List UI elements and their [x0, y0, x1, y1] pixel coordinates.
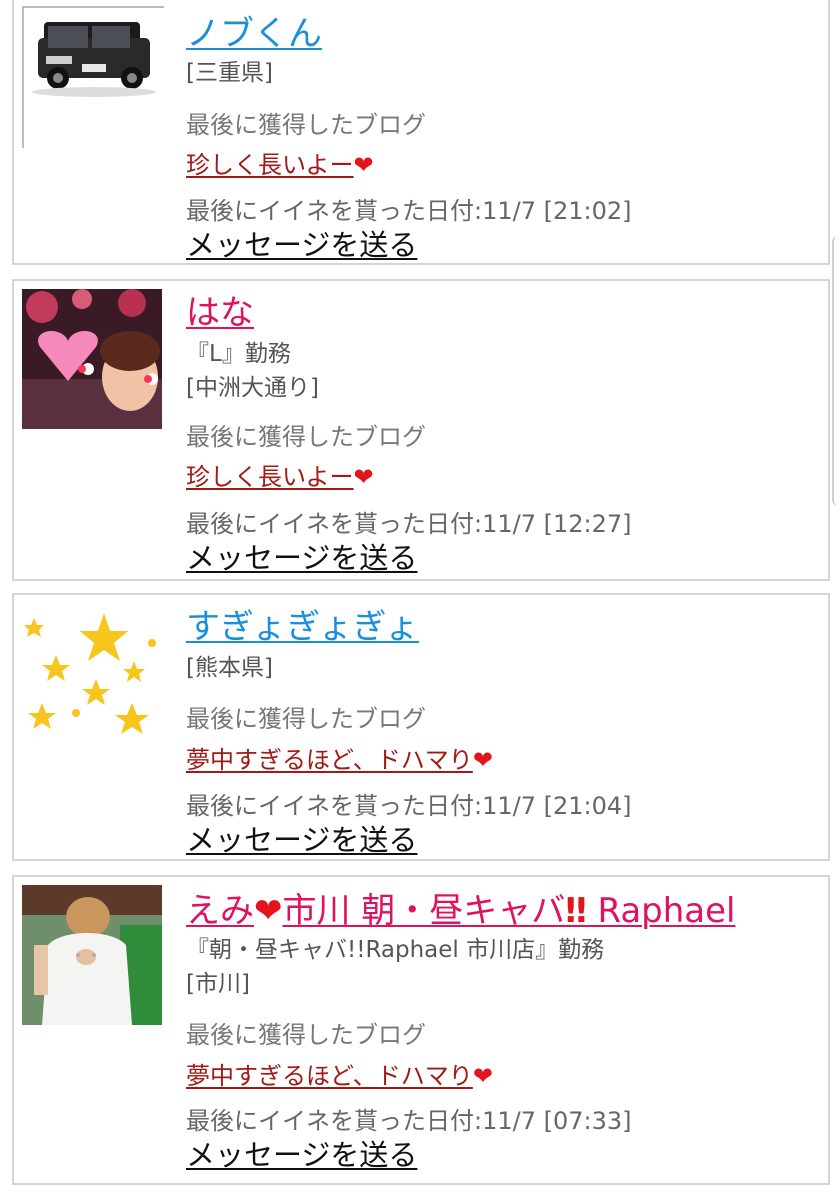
- heart-icon: ❤: [472, 746, 493, 774]
- send-message-link[interactable]: メッセージを送る: [186, 823, 417, 857]
- user-name-link[interactable]: えみ❤市川 朝・昼キャバ‼ Raphael: [186, 891, 736, 931]
- user-name-link[interactable]: はな: [186, 293, 254, 333]
- last-blog-label: 最後に獲得したブログ: [186, 705, 426, 733]
- last-blog-label: 最後に獲得したブログ: [186, 1021, 426, 1049]
- stars-icon: [22, 603, 162, 743]
- send-message-link[interactable]: メッセージを送る: [186, 228, 417, 262]
- last-blog-link[interactable]: 珍しく長いよー❤: [186, 462, 374, 492]
- last-like-date: 最後にイイネを貰った日付:11/7 [12:27]: [186, 510, 632, 538]
- last-blog-link[interactable]: 夢中すぎるほど、ドハマり❤: [186, 1061, 493, 1091]
- avatar[interactable]: [22, 6, 164, 148]
- woman-photo-icon: [22, 885, 162, 1025]
- user-location: [熊本県]: [186, 655, 273, 681]
- user-card: はな 『L』勤務 [中洲大通り] 最後に獲得したブログ 珍しく長いよー❤ 最後に…: [12, 279, 830, 581]
- heart-icon: ❤: [472, 1062, 493, 1090]
- heart-icon: ❤: [353, 463, 374, 491]
- user-card: えみ❤市川 朝・昼キャバ‼ Raphael 『朝・昼キャバ!!Raphael 市…: [12, 875, 830, 1185]
- last-blog-label: 最後に獲得したブログ: [186, 423, 426, 451]
- user-workplace: 『朝・昼キャバ!!Raphael 市川店』勤務: [186, 937, 605, 963]
- user-name-link[interactable]: すぎょぎょぎょ: [186, 607, 419, 647]
- heart-icon: ❤: [353, 151, 374, 179]
- user-name-link[interactable]: ノブくん: [186, 14, 322, 54]
- double-exclamation-icon: ‼: [565, 891, 587, 931]
- send-message-link[interactable]: メッセージを送る: [186, 1138, 417, 1172]
- send-message-link[interactable]: メッセージを送る: [186, 541, 417, 575]
- last-like-date: 最後にイイネを貰った日付:11/7 [07:33]: [186, 1107, 632, 1135]
- avatar[interactable]: [22, 885, 162, 1025]
- user-location: [三重県]: [186, 60, 273, 86]
- blog-title: 夢中すぎるほど、ドハマり: [186, 746, 473, 774]
- heart-icon: ❤: [254, 891, 283, 931]
- avatar[interactable]: [22, 603, 162, 743]
- blog-title: 夢中すぎるほど、ドハマり: [186, 1062, 473, 1090]
- car-photo-icon: [24, 8, 164, 148]
- last-like-date: 最後にイイネを貰った日付:11/7 [21:02]: [186, 197, 632, 225]
- user-card: すぎょぎょぎょ [熊本県] 最後に獲得したブログ 夢中すぎるほど、ドハマり❤ 最…: [12, 593, 830, 861]
- user-card: ノブくん [三重県] 最後に獲得したブログ 珍しく長いよー❤ 最後にイイネを貰っ…: [12, 0, 830, 265]
- last-blog-label: 最後に獲得したブログ: [186, 111, 426, 139]
- blog-title: 珍しく長いよー: [186, 463, 354, 491]
- scrollbar[interactable]: [832, 236, 840, 506]
- last-like-date: 最後にイイネを貰った日付:11/7 [21:04]: [186, 792, 632, 820]
- woman-photo-icon: [22, 289, 162, 429]
- last-blog-link[interactable]: 夢中すぎるほど、ドハマり❤: [186, 745, 493, 775]
- user-location: [市川]: [186, 971, 250, 997]
- user-workplace: 『L』勤務: [186, 341, 291, 367]
- last-blog-link[interactable]: 珍しく長いよー❤: [186, 150, 374, 180]
- avatar[interactable]: [22, 289, 162, 429]
- blog-title: 珍しく長いよー: [186, 151, 354, 179]
- user-location: [中洲大通り]: [186, 375, 319, 401]
